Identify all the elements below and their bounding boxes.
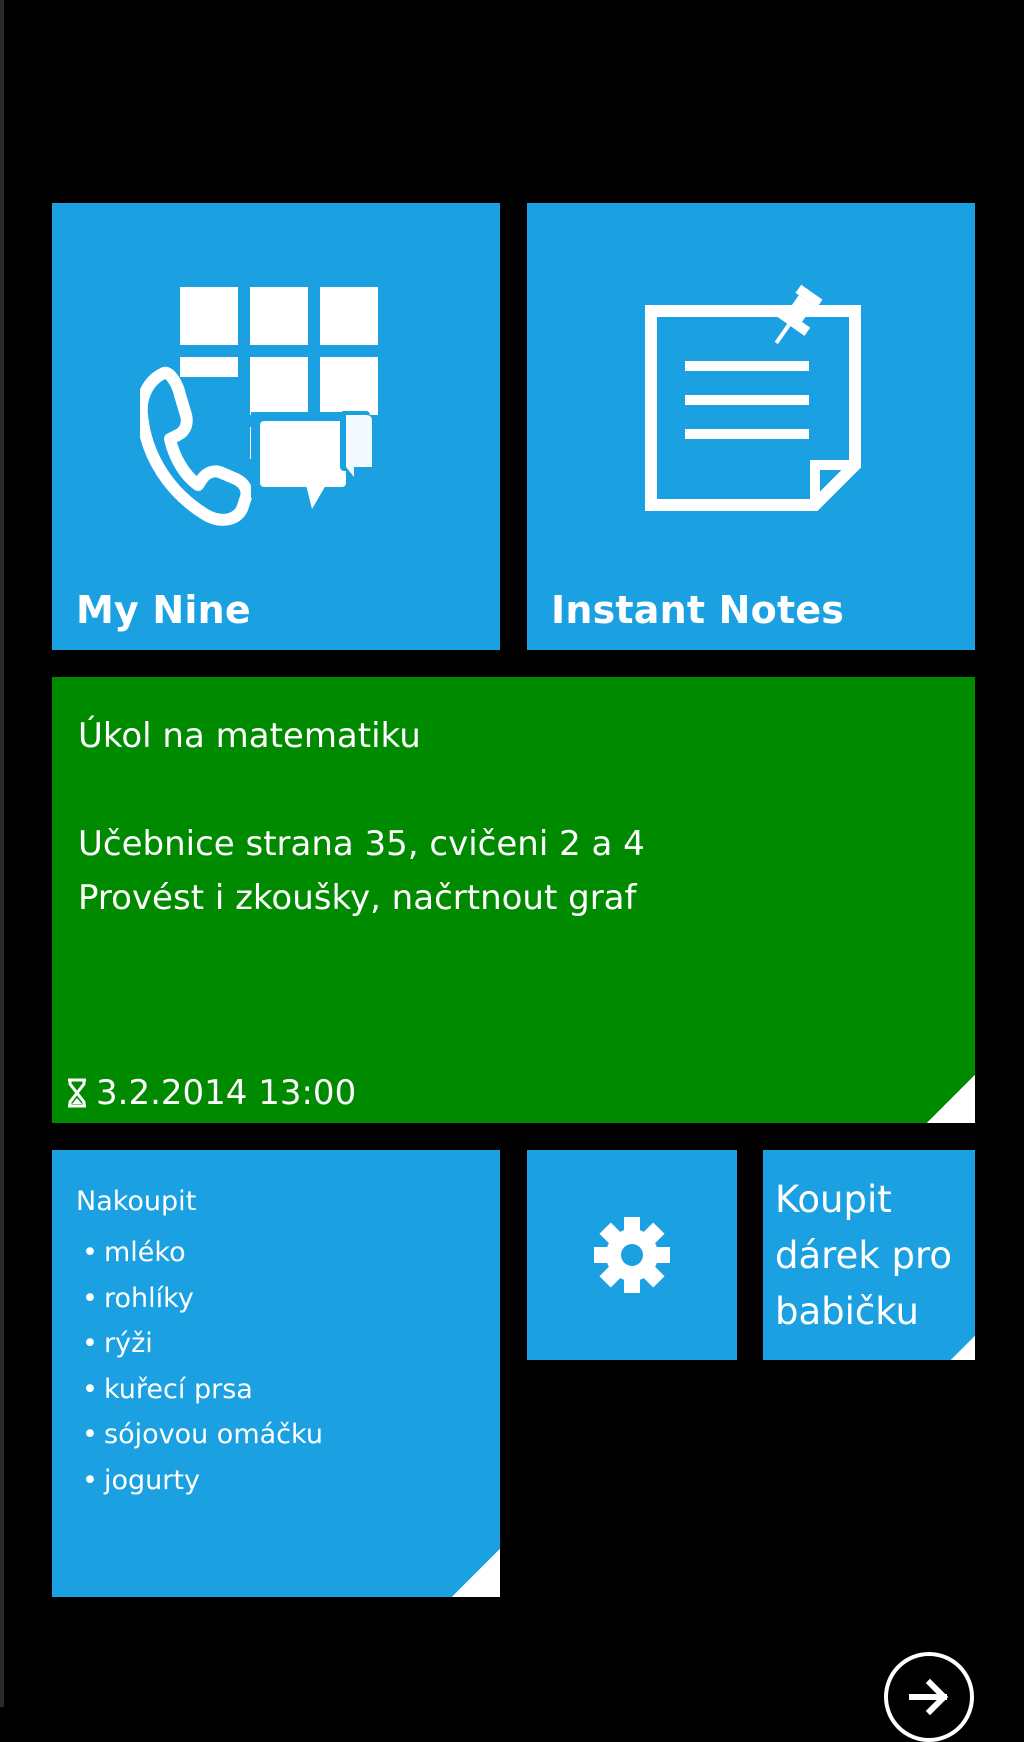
next-button[interactable] [884,1652,974,1742]
list-item: jogurty [82,1458,323,1504]
hourglass-icon [68,1078,86,1108]
tile-title: My Nine [76,588,251,632]
tile-settings[interactable] [527,1150,737,1360]
pinned-note-icon [645,284,861,511]
page-fold-corner [951,1336,975,1360]
reminder-label: 3.2.2014 13:00 [96,1073,357,1113]
reminder-datetime: 3.2.2014 13:00 [66,1073,356,1113]
tile-title: Instant Notes [551,588,845,632]
note-heading: Nakoupit [76,1186,197,1217]
list-item: rýži [82,1321,323,1367]
list-item: mléko [82,1230,323,1276]
tile-instant-notes[interactable]: Instant Notes [527,203,975,650]
gear-icon [594,1217,670,1293]
list-item: rohlíky [82,1276,323,1322]
shopping-list: mléko rohlíky rýži kuřecí prsa sójovou o… [82,1230,323,1503]
note-tile-shopping-list[interactable]: Nakoupit mléko rohlíky rýži kuřecí prsa … [52,1150,500,1597]
note-text: Koupit dárek pro babičku [775,1178,953,1333]
arrow-right-circle-icon [909,1678,949,1716]
list-item: sójovou omáčku [82,1412,323,1458]
note-text: Úkol na matematiku Učebnice strana 35, c… [78,716,645,918]
note-tile-math-homework[interactable]: Úkol na matematiku Učebnice strana 35, c… [52,677,975,1123]
page-fold-corner [452,1549,500,1597]
tile-my-nine[interactable]: My Nine [52,203,500,650]
note-tile-gift[interactable]: Koupit dárek pro babičku [763,1150,975,1360]
screen-edge [0,0,4,1707]
phone-keypad-chat-icon [140,287,378,526]
page-fold-corner [927,1075,975,1123]
list-item: kuřecí prsa [82,1367,323,1413]
